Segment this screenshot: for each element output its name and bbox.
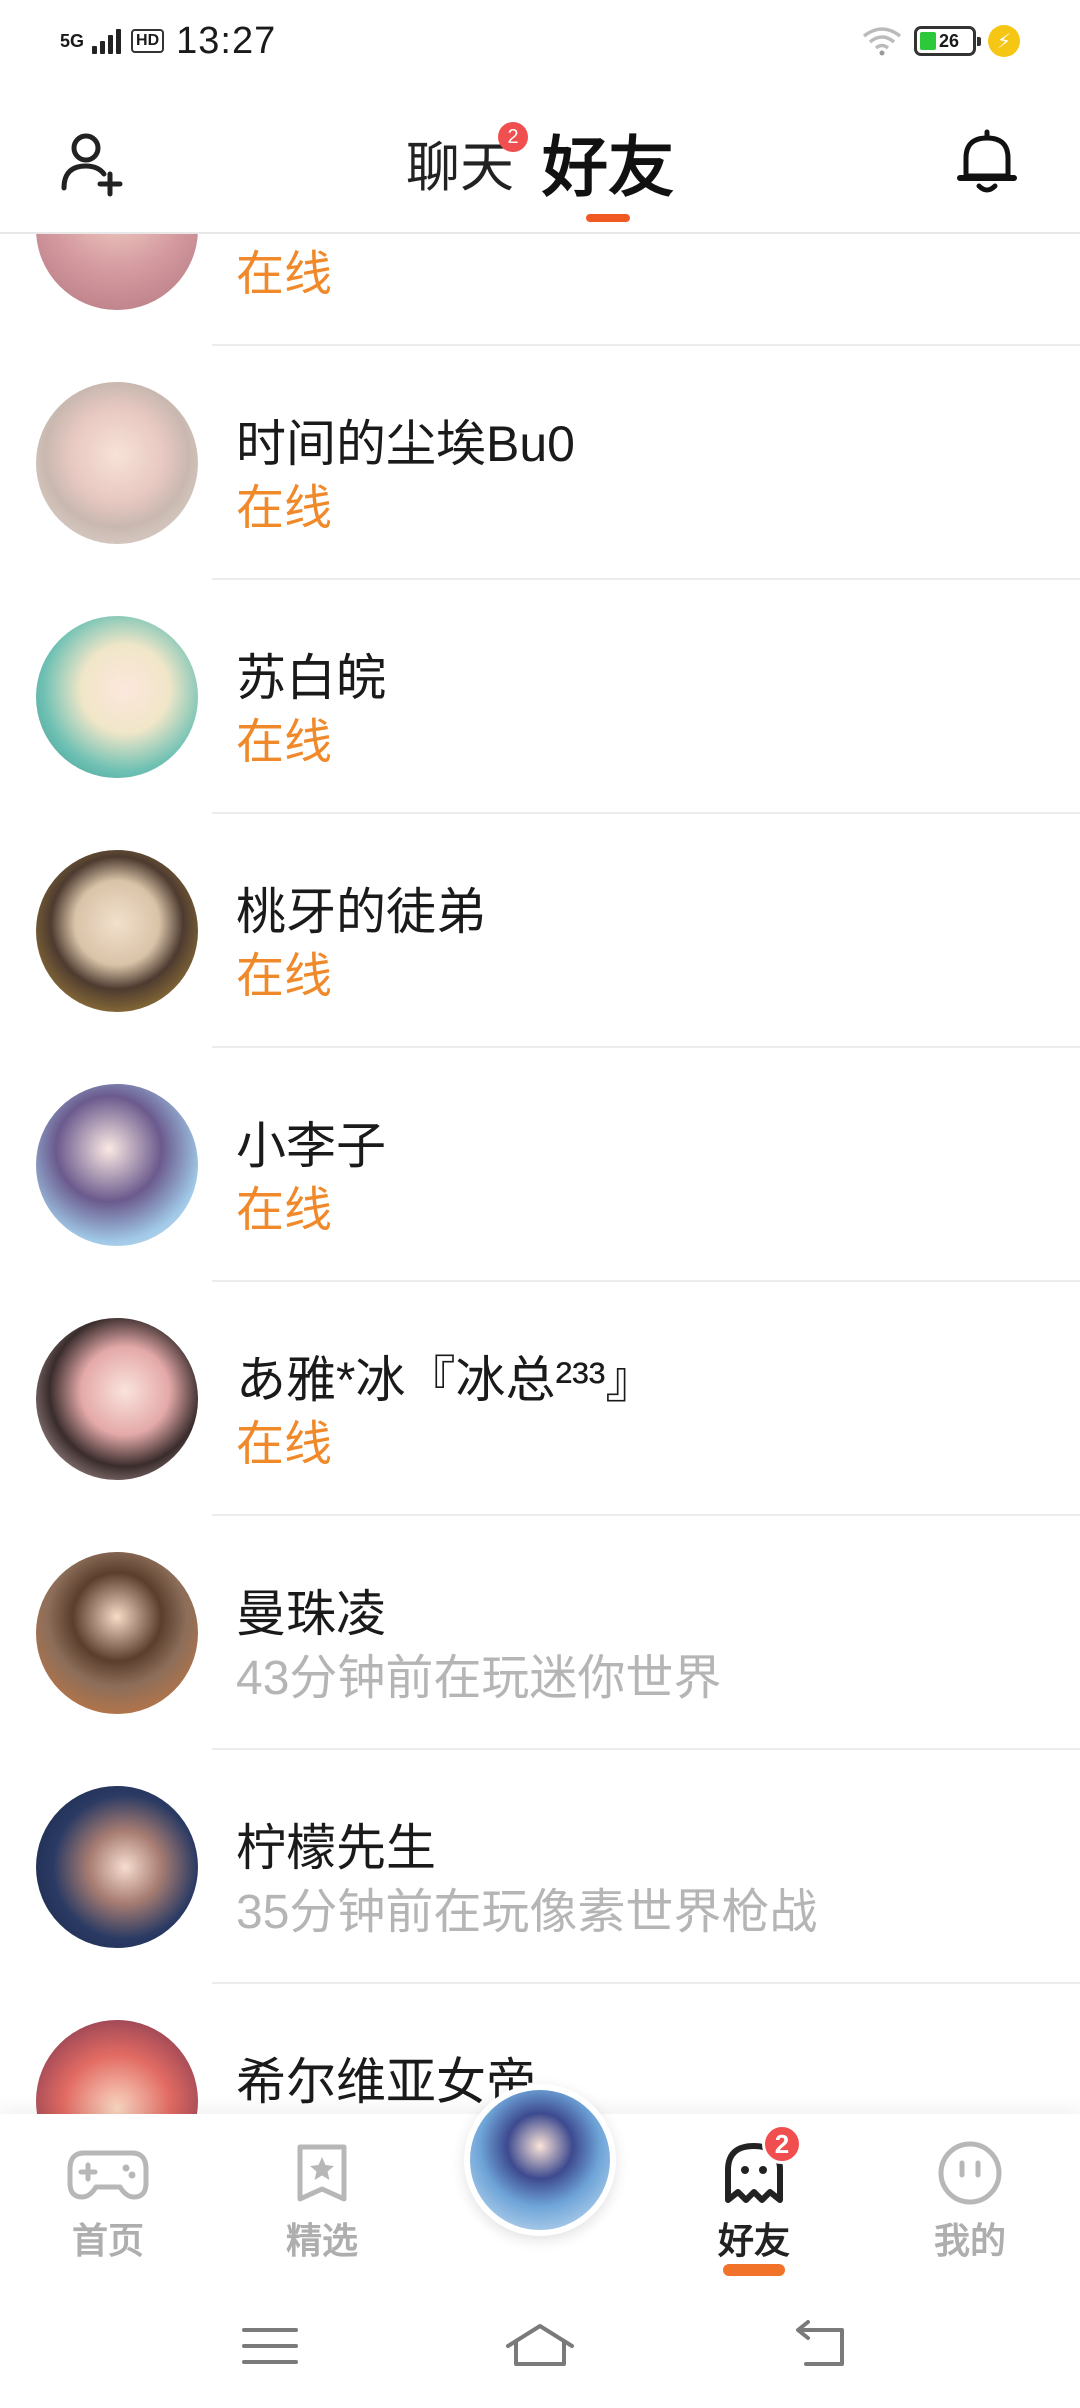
tab-chat[interactable]: 聊天 2 — [406, 112, 528, 212]
friend-row[interactable]: 柠檬先生 35分钟前在玩像素世界枪战 — [0, 1750, 1080, 1984]
friend-name: 桃牙的徒弟 — [236, 884, 486, 940]
nav-home-label: 首页 — [71, 2220, 144, 2261]
friend-row[interactable]: 桃牙的徒弟 在线 — [0, 814, 1080, 1048]
friend-status: 在线 — [236, 248, 333, 301]
friend-name: あ雅*冰『冰总²³³』 — [236, 1352, 656, 1408]
back-icon[interactable] — [782, 2316, 862, 2376]
lightning-icon: ⚡ — [988, 25, 1020, 57]
friend-status: 在线 — [236, 482, 333, 535]
avatar — [36, 1084, 198, 1246]
nav-home[interactable]: 首页 — [38, 2138, 178, 2264]
clock: 13:27 — [176, 19, 277, 62]
friend-status: 35分钟前在玩像素世界枪战 — [236, 1886, 818, 1939]
gamepad-icon — [66, 2138, 150, 2208]
friend-status: 在线 — [236, 950, 333, 1003]
avatar — [36, 382, 198, 544]
status-bar: 5G HD 13:27 26 ⚡ — [0, 0, 1080, 82]
friend-row[interactable]: 曼珠凌 43分钟前在玩迷你世界 — [0, 1516, 1080, 1750]
friend-row[interactable]: あ雅*冰『冰总²³³』 在线 — [0, 1282, 1080, 1516]
friend-name: 苏白皖 — [236, 650, 386, 706]
star-card-icon — [280, 2138, 364, 2208]
friend-name: 曼珠凌 — [236, 1586, 386, 1642]
friend-row[interactable]: 苏白皖 在线 — [0, 580, 1080, 814]
friend-list[interactable]: 在线 时间的尘埃Bu0 在线 苏白皖 在线 桃牙的徒弟 在线 小李子 在线 あ雅… — [0, 234, 1080, 2114]
friend-status: 在线 — [236, 1418, 333, 1471]
avatar — [36, 616, 198, 778]
battery-icon: 26 — [914, 26, 981, 56]
menu-icon[interactable] — [230, 2316, 310, 2376]
signal-icon — [92, 28, 122, 54]
nav-friends-label: 好友 — [717, 2220, 790, 2261]
friend-status: 在线 — [236, 1184, 333, 1237]
friend-row[interactable]: 时间的尘埃Bu0 在线 — [0, 346, 1080, 580]
nav-featured-label: 精选 — [285, 2220, 358, 2261]
avatar — [36, 850, 198, 1012]
chat-unread-badge: 2 — [498, 122, 528, 152]
friend-name: 时间的尘埃Bu0 — [236, 416, 575, 472]
home-icon[interactable] — [500, 2316, 580, 2376]
avatar — [36, 1786, 198, 1948]
tab-friends[interactable]: 好友 — [542, 112, 674, 222]
system-nav — [0, 2284, 1080, 2408]
friend-status: 43分钟前在玩迷你世界 — [236, 1652, 722, 1705]
friend-status: 在线 — [236, 716, 333, 769]
bell-icon[interactable] — [952, 126, 1022, 196]
battery-level: 26 — [939, 30, 960, 51]
nav-me-label: 我的 — [933, 2220, 1006, 2261]
ghost-icon: 2 — [712, 2124, 802, 2208]
friend-name: 小李子 — [236, 1118, 386, 1174]
wifi-icon — [862, 27, 902, 56]
avatar — [36, 2020, 198, 2114]
friend-row[interactable]: 小李子 在线 — [0, 1048, 1080, 1282]
avatar — [36, 1318, 198, 1480]
friend-name: 柠檬先生 — [236, 1820, 436, 1876]
top-header: 聊天 2 好友 — [0, 82, 1080, 234]
center-avatar[interactable] — [464, 2084, 616, 2236]
nav-me[interactable]: 我的 — [900, 2138, 1040, 2264]
tab-friends-label: 好友 — [542, 130, 674, 204]
header-tabs: 聊天 2 好友 — [0, 112, 1080, 222]
avatar — [36, 1552, 198, 1714]
avatar — [36, 234, 198, 310]
nav-featured[interactable]: 精选 — [252, 2138, 392, 2264]
nav-friends[interactable]: 2 好友 — [684, 2124, 824, 2276]
nav-active-indicator — [723, 2264, 785, 2276]
tab-active-indicator — [586, 214, 630, 222]
friends-badge: 2 — [762, 2124, 802, 2164]
smiley-icon — [928, 2138, 1012, 2208]
network-type: 5G — [60, 31, 85, 51]
friend-row[interactable]: 在线 — [0, 234, 1080, 346]
hd-icon: HD — [131, 29, 165, 53]
